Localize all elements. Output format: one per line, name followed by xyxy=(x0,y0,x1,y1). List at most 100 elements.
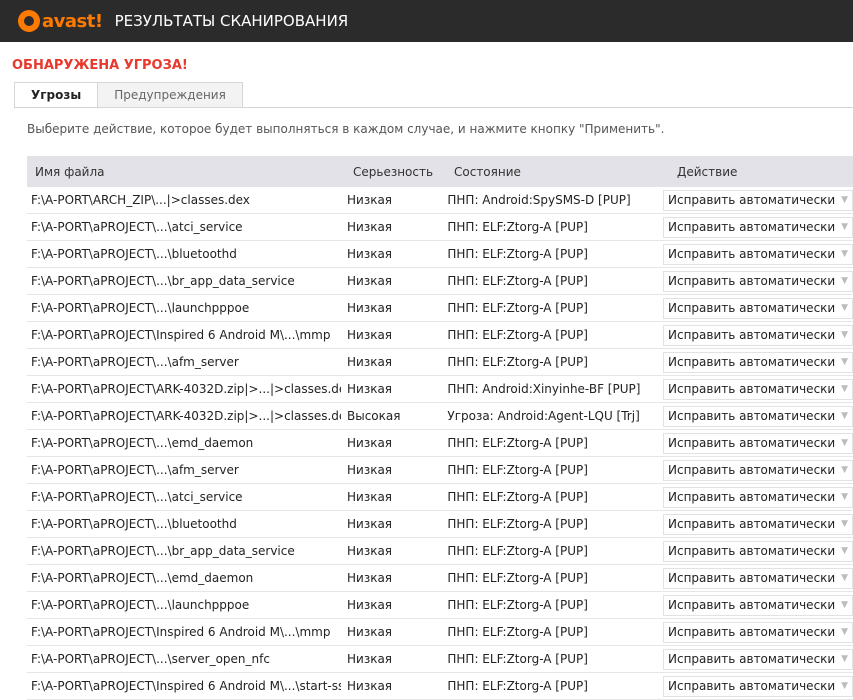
status-cell: ПНП: Android:SpySMS-D [PUP] xyxy=(447,193,631,207)
table-body: F:\A-PORT\ARCH_ZIP\...|>classes.dex Низка… xyxy=(27,187,853,700)
severity-cell: Низкая xyxy=(347,571,393,585)
action-dropdown[interactable]: Исправить автоматически ▼ xyxy=(663,243,853,265)
status-cell: ПНП: ELF:Ztorg-A [PUP] xyxy=(447,490,588,504)
severity-cell: Высокая xyxy=(347,409,401,423)
table-row[interactable]: F:\A-PORT\aPROJECT\...\atci_service Низка… xyxy=(27,214,853,241)
file-name-cell: F:\A-PORT\aPROJECT\...\launchpppoe xyxy=(31,301,250,315)
column-header-action[interactable]: Действие xyxy=(667,165,853,179)
table-row[interactable]: F:\A-PORT\aPROJECT\Inspired 6 Android M\… xyxy=(27,673,853,700)
action-dropdown[interactable]: Исправить автоматически ▼ xyxy=(663,270,853,292)
chevron-down-icon: ▼ xyxy=(841,249,848,259)
table-row[interactable]: F:\A-PORT\aPROJECT\...\bluetoothd Низкая П… xyxy=(27,241,853,268)
action-dropdown[interactable]: Исправить автоматически ▼ xyxy=(663,594,853,616)
action-dropdown-value: Исправить автоматически xyxy=(668,193,836,207)
file-name-cell: F:\A-PORT\aPROJECT\ARK-4032D.zip|>...|>c… xyxy=(31,382,341,396)
chevron-down-icon: ▼ xyxy=(841,681,848,691)
table-row[interactable]: F:\A-PORT\aPROJECT\Inspired 6 Android M\… xyxy=(27,322,853,349)
action-dropdown-value: Исправить автоматически xyxy=(668,355,836,369)
action-dropdown[interactable]: Исправить автоматически ▼ xyxy=(663,567,853,589)
table-row[interactable]: F:\A-PORT\ARCH_ZIP\...|>classes.dex Низка… xyxy=(27,187,853,214)
action-cell: Исправить автоматически ▼ xyxy=(659,378,853,400)
file-name-cell: F:\A-PORT\aPROJECT\...\emd_daemon xyxy=(31,571,254,585)
action-cell: Исправить автоматически ▼ xyxy=(659,540,853,562)
file-name-cell: F:\A-PORT\aPROJECT\...\emd_daemon xyxy=(31,436,254,450)
chevron-down-icon: ▼ xyxy=(841,330,848,340)
table-row[interactable]: F:\A-PORT\aPROJECT\...\launchpppoe Низкая… xyxy=(27,592,853,619)
action-dropdown[interactable]: Исправить автоматически ▼ xyxy=(663,540,853,562)
severity-cell: Низкая xyxy=(347,544,393,558)
action-dropdown[interactable]: Исправить автоматически ▼ xyxy=(663,486,853,508)
file-name-cell: F:\A-PORT\aPROJECT\...\atci_service xyxy=(31,220,243,234)
table-row[interactable]: F:\A-PORT\aPROJECT\...\emd_daemon Низкая П… xyxy=(27,430,853,457)
action-dropdown[interactable]: Исправить автоматически ▼ xyxy=(663,432,853,454)
chevron-down-icon: ▼ xyxy=(841,492,848,502)
action-cell: Исправить автоматически ▼ xyxy=(659,297,853,319)
action-cell: Исправить автоматически ▼ xyxy=(659,432,853,454)
table-row[interactable]: F:\A-PORT\aPROJECT\...\afm_server Низкая П… xyxy=(27,457,853,484)
status-cell: ПНП: ELF:Ztorg-A [PUP] xyxy=(447,220,588,234)
avast-logo-icon xyxy=(18,10,40,32)
chevron-down-icon: ▼ xyxy=(841,384,848,394)
table-row[interactable]: F:\A-PORT\aPROJECT\...\afm_server Низкая П… xyxy=(27,349,853,376)
table-row[interactable]: F:\A-PORT\aPROJECT\...\server_open_nfc Ни… xyxy=(27,646,853,673)
window-title: РЕЗУЛЬТАТЫ СКАНИРОВАНИЯ xyxy=(114,12,349,30)
action-dropdown[interactable]: Исправить автоматически ▼ xyxy=(663,648,853,670)
severity-cell: Низкая xyxy=(347,625,393,639)
action-dropdown-value: Исправить автоматически xyxy=(668,436,836,450)
action-cell: Исправить автоматически ▼ xyxy=(659,243,853,265)
file-name-cell: F:\A-PORT\aPROJECT\...\launchpppoe xyxy=(31,598,250,612)
table-row[interactable]: F:\A-PORT\aPROJECT\...\launchpppoe Низкая… xyxy=(27,295,853,322)
chevron-down-icon: ▼ xyxy=(841,546,848,556)
file-name-cell: F:\A-PORT\aPROJECT\...\atci_service xyxy=(31,490,243,504)
table-row[interactable]: F:\A-PORT\aPROJECT\...\emd_daemon Низкая П… xyxy=(27,565,853,592)
file-name-cell: F:\A-PORT\aPROJECT\Inspired 6 Android M\… xyxy=(31,625,331,639)
table-row[interactable]: F:\A-PORT\aPROJECT\...\atci_service Низка… xyxy=(27,484,853,511)
action-dropdown[interactable]: Исправить автоматически ▼ xyxy=(663,513,853,535)
action-dropdown[interactable]: Исправить автоматически ▼ xyxy=(663,675,853,697)
status-cell: ПНП: ELF:Ztorg-A [PUP] xyxy=(447,598,588,612)
action-dropdown[interactable]: Исправить автоматически ▼ xyxy=(663,621,853,643)
chevron-down-icon: ▼ xyxy=(841,438,848,448)
chevron-down-icon: ▼ xyxy=(841,627,848,637)
severity-cell: Низкая xyxy=(347,193,393,207)
severity-cell: Низкая xyxy=(347,301,393,315)
table-row[interactable]: F:\A-PORT\aPROJECT\ARK-4032D.zip|>...|>c… xyxy=(27,376,853,403)
action-dropdown[interactable]: Исправить автоматически ▼ xyxy=(663,405,853,427)
file-name-cell: F:\A-PORT\aPROJECT\...\br_app_data_servi… xyxy=(31,274,295,288)
column-header-severity[interactable]: Серьезность xyxy=(347,165,450,179)
status-cell: ПНП: ELF:Ztorg-A [PUP] xyxy=(447,436,588,450)
action-dropdown-value: Исправить автоматически xyxy=(668,382,836,396)
column-header-file[interactable]: Имя файла xyxy=(27,165,347,179)
tab-warnings[interactable]: Предупреждения xyxy=(98,82,243,108)
table-row[interactable]: F:\A-PORT\aPROJECT\...\br_app_data_servi… xyxy=(27,268,853,295)
table-row[interactable]: F:\A-PORT\aPROJECT\ARK-4032D.zip|>...|>c… xyxy=(27,403,853,430)
action-dropdown[interactable]: Исправить автоматически ▼ xyxy=(663,189,853,211)
chevron-down-icon: ▼ xyxy=(841,276,848,286)
action-dropdown[interactable]: Исправить автоматически ▼ xyxy=(663,297,853,319)
severity-cell: Низкая xyxy=(347,328,393,342)
action-dropdown[interactable]: Исправить автоматически ▼ xyxy=(663,216,853,238)
action-cell: Исправить автоматически ▼ xyxy=(659,621,853,643)
table-row[interactable]: F:\A-PORT\aPROJECT\...\br_app_data_servi… xyxy=(27,538,853,565)
column-header-status[interactable]: Состояние xyxy=(450,165,667,179)
action-dropdown-value: Исправить автоматически xyxy=(668,490,836,504)
title-bar: avast! РЕЗУЛЬТАТЫ СКАНИРОВАНИЯ xyxy=(0,0,853,42)
instruction-text: Выберите действие, которое будет выполня… xyxy=(27,122,665,136)
action-dropdown[interactable]: Исправить автоматически ▼ xyxy=(663,378,853,400)
chevron-down-icon: ▼ xyxy=(841,654,848,664)
status-cell: ПНП: Android:Xinyinhe-BF [PUP] xyxy=(447,382,641,396)
status-cell: ПНП: ELF:Ztorg-A [PUP] xyxy=(447,544,588,558)
table-row[interactable]: F:\A-PORT\aPROJECT\...\bluetoothd Низкая П… xyxy=(27,511,853,538)
file-name-cell: F:\A-PORT\aPROJECT\...\afm_server xyxy=(31,463,239,477)
action-dropdown[interactable]: Исправить автоматически ▼ xyxy=(663,324,853,346)
chevron-down-icon: ▼ xyxy=(841,357,848,367)
action-dropdown-value: Исправить автоматически xyxy=(668,301,836,315)
status-cell: ПНП: ELF:Ztorg-A [PUP] xyxy=(447,328,588,342)
action-cell: Исправить автоматически ▼ xyxy=(659,675,853,697)
action-dropdown[interactable]: Исправить автоматически ▼ xyxy=(663,351,853,373)
table-row[interactable]: F:\A-PORT\aPROJECT\Inspired 6 Android M\… xyxy=(27,619,853,646)
action-dropdown[interactable]: Исправить автоматически ▼ xyxy=(663,459,853,481)
action-dropdown-value: Исправить автоматически xyxy=(668,274,836,288)
severity-cell: Низкая xyxy=(347,652,393,666)
tab-threats[interactable]: Угрозы xyxy=(14,82,99,109)
